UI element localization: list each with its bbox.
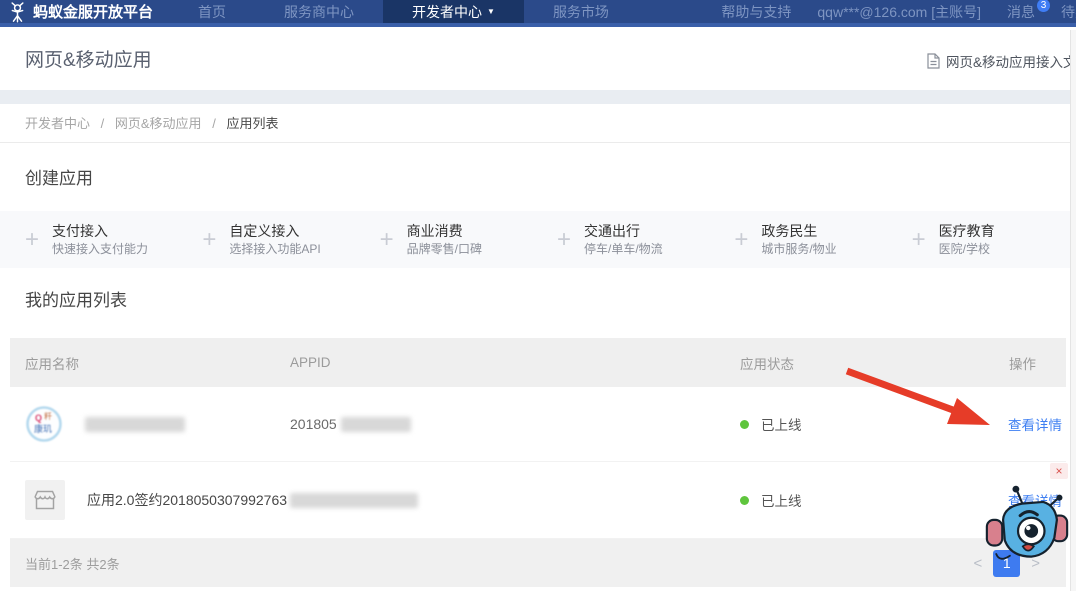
redacted-app-name bbox=[85, 417, 185, 432]
create-option-title: 自定义接入 bbox=[229, 222, 320, 241]
robot-mascot[interactable] bbox=[984, 484, 1070, 566]
prev-page-button[interactable]: < bbox=[973, 555, 982, 572]
table-footer: 当前1-2条 共2条 < 1 > bbox=[10, 539, 1066, 587]
action-cell: 查看详情 bbox=[965, 414, 1066, 435]
svg-text:康玑: 康玑 bbox=[34, 423, 52, 434]
status-cell: 已上线 bbox=[740, 490, 965, 510]
brand-logo[interactable]: 蚂蚁金服开放平台 bbox=[0, 0, 169, 23]
table-row: Q 粁 康玑 201805 已上线 查看详情 bbox=[10, 387, 1066, 462]
breadcrumb-developer-center[interactable]: 开发者中心 bbox=[25, 116, 90, 131]
todo-link[interactable]: 待办 bbox=[1048, 0, 1076, 23]
app-default-icon-box bbox=[25, 480, 65, 520]
app-logo: Q 粁 康玑 bbox=[25, 405, 63, 443]
table-row: 应用2.0签约2018050307992763 已上线 查看详情 bbox=[10, 462, 1066, 539]
status-cell: 已上线 bbox=[740, 414, 965, 434]
nav-item-service-provider[interactable]: 服务商中心 bbox=[255, 0, 383, 23]
pagination-summary: 当前1-2条 共2条 bbox=[25, 554, 120, 573]
col-header-app-name: 应用名称 bbox=[25, 353, 290, 373]
create-options-row: + 支付接入 快速接入支付能力 + 自定义接入 选择接入功能API + 商业消费… bbox=[0, 211, 1076, 268]
page-header: 网页&移动应用 网页&移动应用接入文档 bbox=[0, 27, 1076, 90]
plus-icon: + bbox=[25, 228, 39, 252]
create-option-payment[interactable]: + 支付接入 快速接入支付能力 bbox=[12, 222, 189, 257]
create-section-title: 创建应用 bbox=[0, 168, 1076, 190]
nav-item-marketplace[interactable]: 服务市场 bbox=[524, 0, 638, 23]
nav-item-home[interactable]: 首页 bbox=[169, 0, 255, 23]
app-list-title: 我的应用列表 bbox=[0, 290, 1076, 312]
app-name-cell: 应用2.0签约2018050307992763 bbox=[25, 480, 290, 520]
create-option-government[interactable]: + 政务民生 城市服务/物业 bbox=[721, 222, 898, 257]
scrollbar[interactable] bbox=[1070, 30, 1076, 591]
help-support-link[interactable]: 帮助与支持 bbox=[708, 0, 804, 23]
create-option-subtitle: 品牌零售/口碑 bbox=[407, 241, 482, 257]
messages-link[interactable]: 消息 3 bbox=[994, 0, 1048, 23]
col-header-action: 操作 bbox=[965, 353, 1066, 373]
app-name-cell: Q 粁 康玑 bbox=[25, 405, 290, 443]
svg-text:Q: Q bbox=[35, 413, 42, 423]
close-icon[interactable]: × bbox=[1050, 463, 1068, 479]
app-name: 应用2.0签约2018050307992763 bbox=[87, 490, 287, 510]
doc-link[interactable]: 网页&移动应用接入文档 bbox=[927, 51, 1076, 71]
create-option-title: 政务民生 bbox=[761, 222, 836, 241]
page-title: 网页&移动应用 bbox=[25, 45, 152, 72]
account-menu[interactable]: qqw***@126.com [主账号] bbox=[804, 0, 994, 23]
breadcrumb-separator: / bbox=[101, 116, 105, 131]
plus-icon: + bbox=[380, 228, 394, 252]
table-header: 应用名称 APPID 应用状态 操作 bbox=[10, 338, 1066, 387]
ant-logo-icon bbox=[8, 1, 27, 23]
create-option-medical[interactable]: + 医疗教育 医院/学校 bbox=[899, 222, 1076, 257]
create-option-subtitle: 停车/单车/物流 bbox=[584, 241, 663, 257]
create-option-title: 商业消费 bbox=[407, 222, 482, 241]
messages-label: 消息 bbox=[1007, 2, 1035, 22]
appid-cell: 201805 bbox=[290, 416, 740, 432]
app-table: 应用名称 APPID 应用状态 操作 Q 粁 康玑 201805 bbox=[10, 338, 1066, 587]
redacted-appid bbox=[341, 417, 411, 432]
status-dot-online bbox=[740, 496, 749, 505]
create-option-title: 医疗教育 bbox=[939, 222, 995, 241]
create-option-title: 交通出行 bbox=[584, 222, 663, 241]
create-option-subtitle: 城市服务/物业 bbox=[761, 241, 836, 257]
status-badge: 已上线 bbox=[761, 490, 802, 510]
create-option-subtitle: 选择接入功能API bbox=[229, 241, 320, 257]
plus-icon: + bbox=[734, 228, 748, 252]
appid-cell bbox=[290, 493, 740, 508]
breadcrumb: 开发者中心 / 网页&移动应用 / 应用列表 bbox=[0, 104, 1076, 143]
view-details-link[interactable]: 查看详情 bbox=[1008, 418, 1062, 433]
storefront-icon bbox=[33, 489, 57, 511]
appid-prefix: 201805 bbox=[290, 416, 337, 432]
breadcrumb-separator: / bbox=[212, 116, 216, 131]
plus-icon: + bbox=[202, 228, 216, 252]
doc-link-label: 网页&移动应用接入文档 bbox=[946, 51, 1076, 71]
redacted-appid bbox=[290, 493, 418, 508]
navbar-right: 帮助与支持 qqw***@126.com [主账号] 消息 3 待办 bbox=[708, 0, 1076, 23]
create-option-commerce[interactable]: + 商业消费 品牌零售/口碑 bbox=[367, 222, 544, 257]
breadcrumb-web-mobile-app[interactable]: 网页&移动应用 bbox=[115, 116, 202, 131]
create-option-transport[interactable]: + 交通出行 停车/单车/物流 bbox=[544, 222, 721, 257]
status-badge: 已上线 bbox=[761, 414, 802, 434]
nav-item-developer-center-label: 开发者中心 bbox=[412, 2, 482, 22]
create-option-subtitle: 快速接入支付能力 bbox=[52, 241, 148, 257]
breadcrumb-app-list: 应用列表 bbox=[226, 116, 278, 131]
plus-icon: + bbox=[912, 228, 926, 252]
brand-title: 蚂蚁金服开放平台 bbox=[33, 1, 153, 22]
create-option-subtitle: 医院/学校 bbox=[939, 241, 995, 257]
chevron-down-icon: ▼ bbox=[487, 7, 495, 16]
col-header-status: 应用状态 bbox=[740, 353, 965, 373]
nav-item-developer-center[interactable]: 开发者中心 ▼ bbox=[383, 0, 524, 23]
divider-band bbox=[0, 90, 1076, 104]
plus-icon: + bbox=[557, 228, 571, 252]
create-option-custom[interactable]: + 自定义接入 选择接入功能API bbox=[189, 222, 366, 257]
top-navbar: 蚂蚁金服开放平台 首页 服务商中心 开发者中心 ▼ 服务市场 帮助与支持 qqw… bbox=[0, 0, 1076, 27]
col-header-appid: APPID bbox=[290, 355, 740, 370]
svg-text:粁: 粁 bbox=[44, 411, 52, 421]
create-option-title: 支付接入 bbox=[52, 222, 148, 241]
page: 蚂蚁金服开放平台 首页 服务商中心 开发者中心 ▼ 服务市场 帮助与支持 qqw… bbox=[0, 0, 1076, 591]
document-icon bbox=[927, 53, 940, 69]
status-dot-online bbox=[740, 420, 749, 429]
